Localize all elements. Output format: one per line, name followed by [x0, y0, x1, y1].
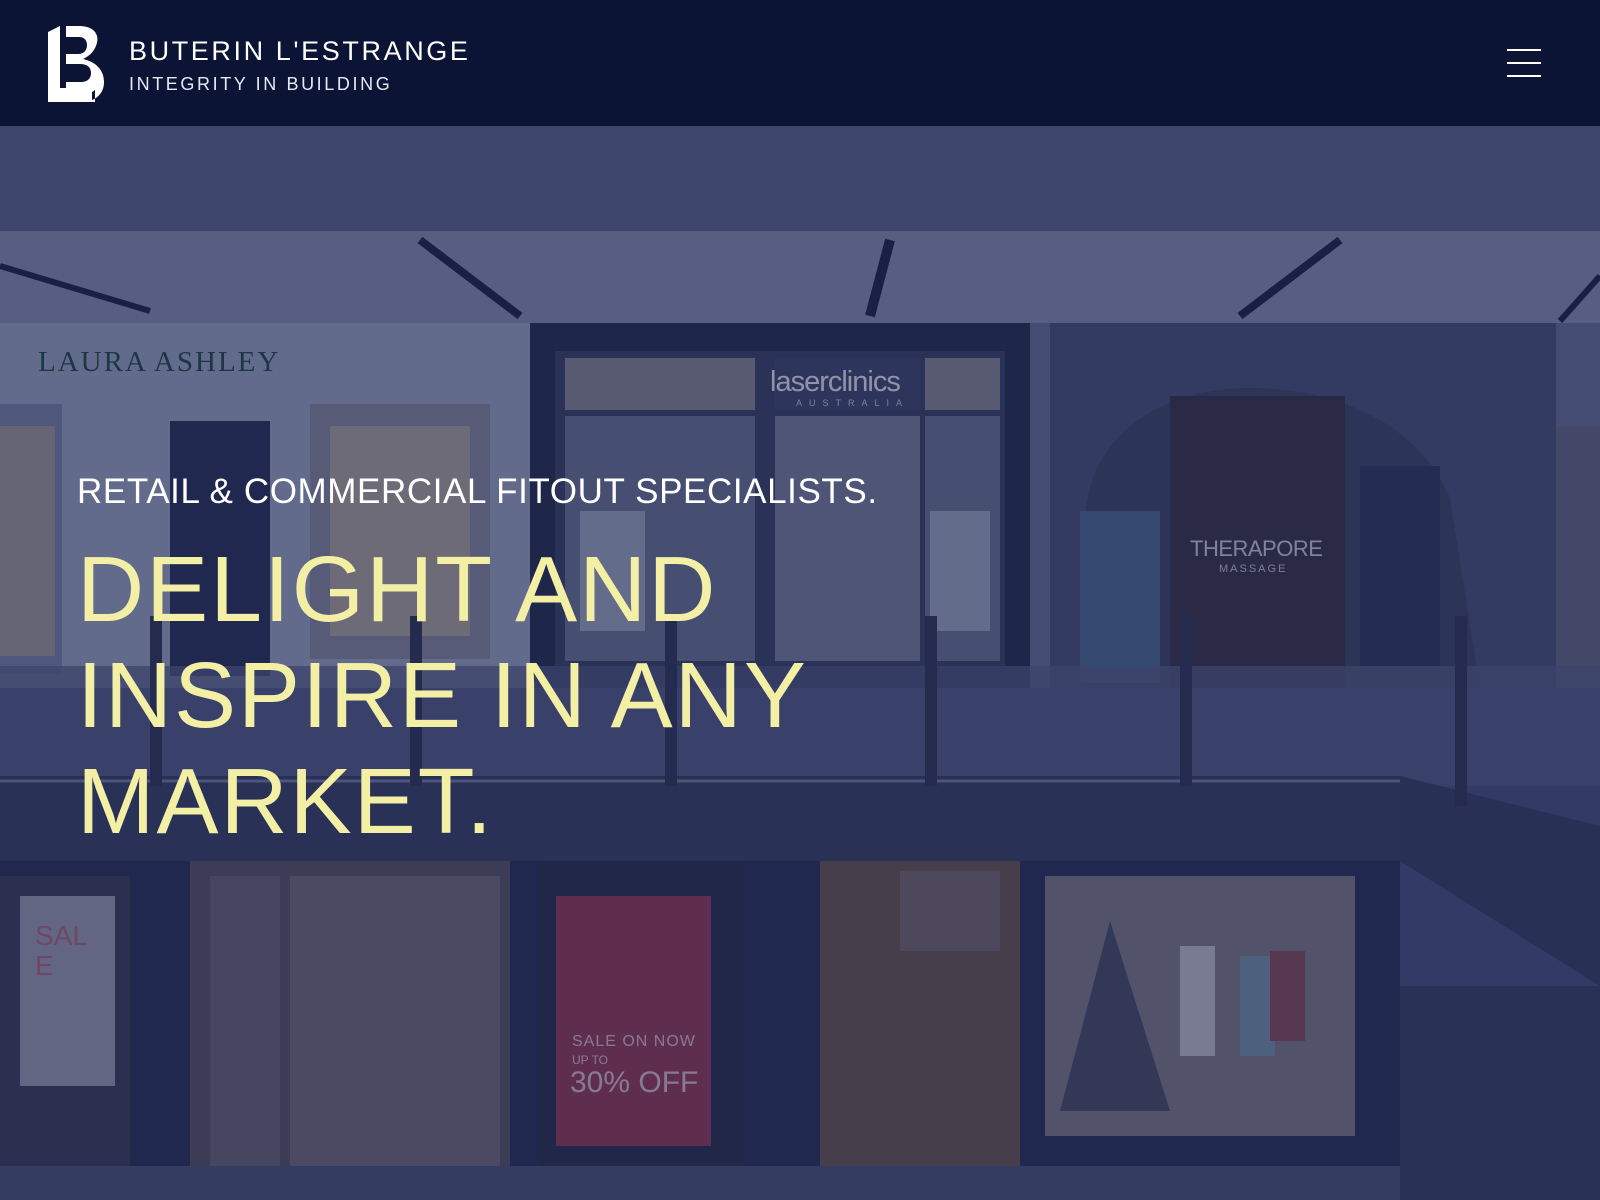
- brand-logo-icon[interactable]: [46, 24, 106, 104]
- hero-headline: DELIGHT AND INSPIRE IN ANY MARKET.: [77, 537, 807, 853]
- hero-section: LAURA ASHLEY laserclinics AUSTRALIA THER…: [0, 126, 1600, 1200]
- menu-line: [1507, 75, 1541, 77]
- hero-kicker: RETAIL & COMMERCIAL FITOUT SPECIALISTS.: [77, 472, 878, 511]
- menu-line: [1507, 62, 1541, 64]
- brand-tagline: INTEGRITY IN BUILDING: [129, 74, 393, 94]
- site-header: BUTERIN L'ESTRANGE INTEGRITY IN BUILDING: [0, 0, 1600, 126]
- brand-block[interactable]: BUTERIN L'ESTRANGE INTEGRITY IN BUILDING: [129, 36, 471, 96]
- menu-line: [1507, 49, 1541, 51]
- hamburger-menu-icon[interactable]: [1504, 44, 1544, 82]
- brand-name[interactable]: BUTERIN L'ESTRANGE: [129, 36, 471, 66]
